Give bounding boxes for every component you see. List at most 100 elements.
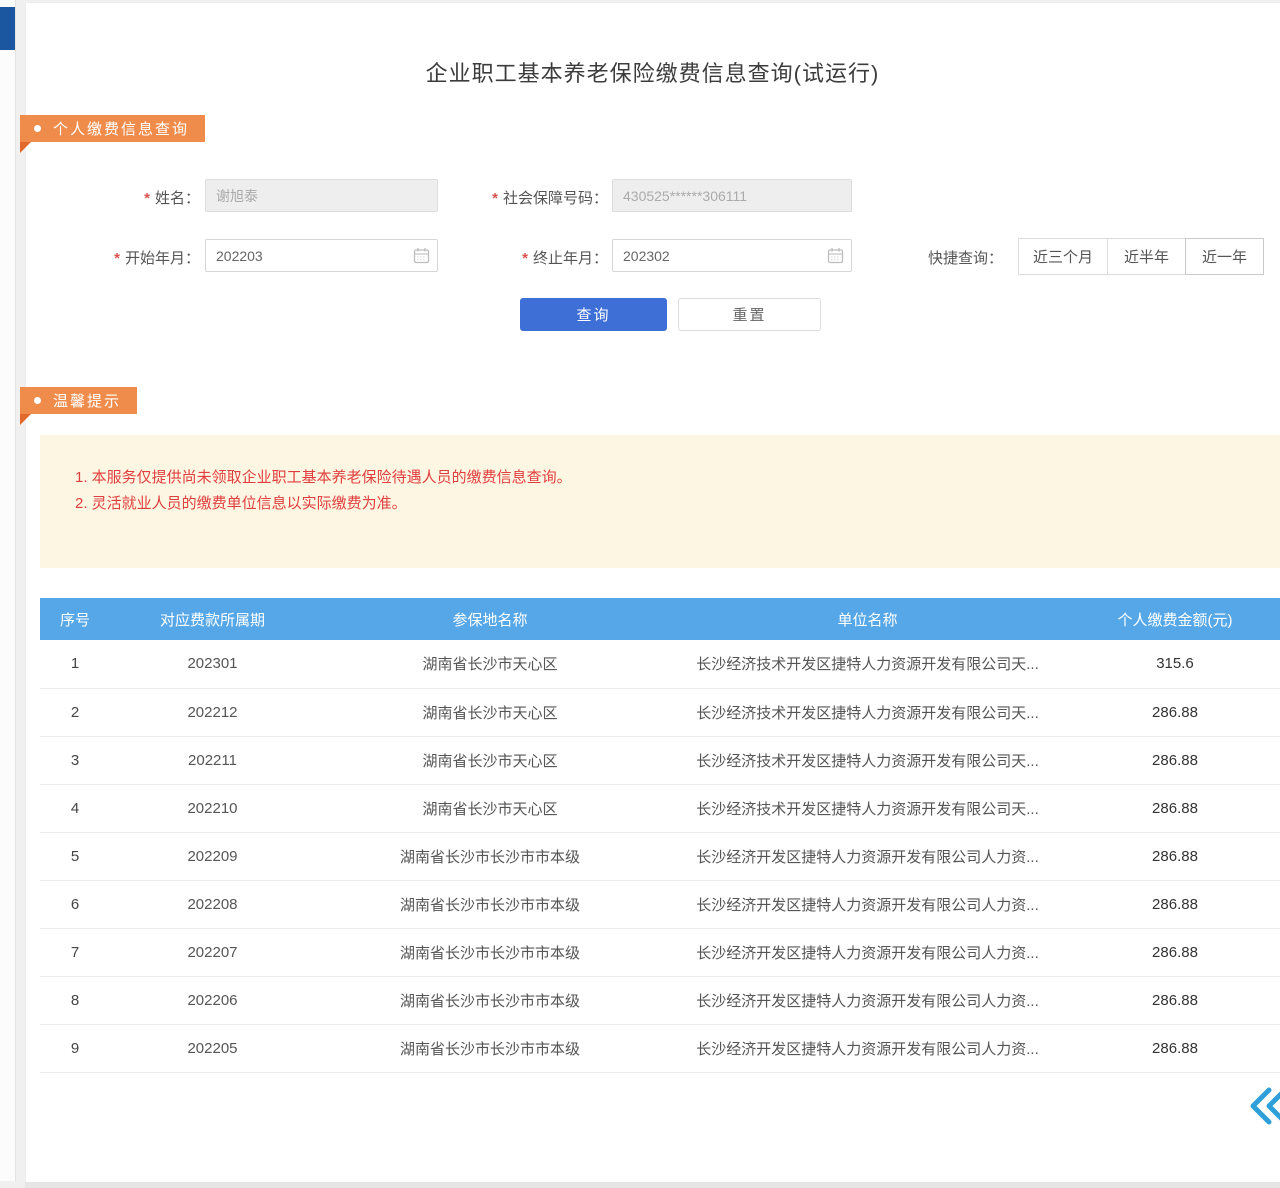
col-header-company: 单位名称 bbox=[665, 598, 1070, 640]
table-body: 1202301湖南省长沙市天心区长沙经济技术开发区捷特人力资源开发有限公司天..… bbox=[40, 640, 1280, 1072]
table-cell: 湖南省长沙市天心区 bbox=[315, 736, 665, 784]
table-cell: 长沙经济开发区捷特人力资源开发有限公司人力资... bbox=[665, 976, 1070, 1024]
table-cell: 202207 bbox=[110, 928, 315, 976]
table-cell: 202205 bbox=[110, 1024, 315, 1072]
table-cell: 湖南省长沙市长沙市市本级 bbox=[315, 832, 665, 880]
required-asterisk: * bbox=[144, 190, 150, 207]
end-month-label: *终止年月： bbox=[468, 247, 608, 268]
table-cell: 长沙经济技术开发区捷特人力资源开发有限公司天... bbox=[665, 736, 1070, 784]
table-cell: 5 bbox=[40, 832, 110, 880]
table-cell: 1 bbox=[40, 640, 110, 688]
tips-line: 1. 本服务仅提供尚未领取企业职工基本养老保险待遇人员的缴费信息查询。 bbox=[75, 465, 1260, 491]
results-table: 序号 对应费款所属期 参保地名称 单位名称 个人缴费金额(元) 1202301湖… bbox=[40, 598, 1280, 1073]
start-month-input[interactable] bbox=[205, 239, 438, 272]
tips-line: 2. 灵活就业人员的缴费单位信息以实际缴费为准。 bbox=[75, 491, 1260, 517]
table-cell: 长沙经济技术开发区捷特人力资源开发有限公司天... bbox=[665, 784, 1070, 832]
table-cell: 7 bbox=[40, 928, 110, 976]
table-cell: 286.88 bbox=[1070, 736, 1280, 784]
bullet-dot-icon bbox=[34, 125, 41, 132]
table-row: 8202206湖南省长沙市长沙市市本级长沙经济开发区捷特人力资源开发有限公司人力… bbox=[40, 976, 1280, 1024]
table-cell: 286.88 bbox=[1070, 784, 1280, 832]
start-month-label: *开始年月： bbox=[60, 247, 200, 268]
table-row: 6202208湖南省长沙市长沙市市本级长沙经济开发区捷特人力资源开发有限公司人力… bbox=[40, 880, 1280, 928]
table-cell: 202210 bbox=[110, 784, 315, 832]
table-cell: 202212 bbox=[110, 688, 315, 736]
table-row: 3202211湖南省长沙市天心区长沙经济技术开发区捷特人力资源开发有限公司天..… bbox=[40, 736, 1280, 784]
table-cell: 长沙经济开发区捷特人力资源开发有限公司人力资... bbox=[665, 880, 1070, 928]
end-month-input[interactable] bbox=[612, 239, 852, 272]
calendar-icon[interactable] bbox=[827, 247, 844, 264]
table-cell: 286.88 bbox=[1070, 688, 1280, 736]
double-left-chevron-icon[interactable] bbox=[1248, 1084, 1280, 1128]
bottom-edge-strip bbox=[25, 1182, 1280, 1188]
table-row: 4202210湖南省长沙市天心区长沙经济技术开发区捷特人力资源开发有限公司天..… bbox=[40, 784, 1280, 832]
table-cell: 湖南省长沙市长沙市市本级 bbox=[315, 928, 665, 976]
table-cell: 286.88 bbox=[1070, 976, 1280, 1024]
col-header-index: 序号 bbox=[40, 598, 110, 640]
sidebar-tab[interactable] bbox=[0, 7, 15, 50]
quick-btn-1year[interactable]: 近一年 bbox=[1185, 238, 1264, 275]
ssn-field bbox=[612, 179, 852, 212]
table-cell: 2 bbox=[40, 688, 110, 736]
table-cell: 286.88 bbox=[1070, 928, 1280, 976]
table-cell: 286.88 bbox=[1070, 832, 1280, 880]
name-field bbox=[205, 179, 438, 212]
table-cell: 湖南省长沙市天心区 bbox=[315, 784, 665, 832]
table-cell: 3 bbox=[40, 736, 110, 784]
table-cell: 长沙经济开发区捷特人力资源开发有限公司人力资... bbox=[665, 928, 1070, 976]
reset-button[interactable]: 重置 bbox=[678, 298, 821, 331]
table-cell: 6 bbox=[40, 880, 110, 928]
end-month-wrap bbox=[612, 239, 852, 272]
table-cell: 8 bbox=[40, 976, 110, 1024]
table-cell: 202301 bbox=[110, 640, 315, 688]
table-cell: 202208 bbox=[110, 880, 315, 928]
table-row: 2202212湖南省长沙市天心区长沙经济技术开发区捷特人力资源开发有限公司天..… bbox=[40, 688, 1280, 736]
collapsed-sidebar bbox=[0, 0, 16, 1181]
table-cell: 长沙经济技术开发区捷特人力资源开发有限公司天... bbox=[665, 688, 1070, 736]
table-cell: 202206 bbox=[110, 976, 315, 1024]
tag-fold-decoration bbox=[20, 142, 31, 153]
table-row: 5202209湖南省长沙市长沙市市本级长沙经济开发区捷特人力资源开发有限公司人力… bbox=[40, 832, 1280, 880]
quick-btn-6months[interactable]: 近半年 bbox=[1107, 238, 1186, 275]
table-cell: 286.88 bbox=[1070, 1024, 1280, 1072]
required-asterisk: * bbox=[114, 250, 120, 267]
calendar-icon[interactable] bbox=[413, 247, 430, 264]
table-cell: 湖南省长沙市长沙市市本级 bbox=[315, 1024, 665, 1072]
table-cell: 湖南省长沙市长沙市市本级 bbox=[315, 880, 665, 928]
col-header-period: 对应费款所属期 bbox=[110, 598, 315, 640]
quick-query-label: 快捷查询： bbox=[928, 247, 1013, 268]
table-cell: 长沙经济技术开发区捷特人力资源开发有限公司天... bbox=[665, 640, 1070, 688]
quick-btn-3months[interactable]: 近三个月 bbox=[1018, 238, 1108, 275]
table-cell: 湖南省长沙市长沙市市本级 bbox=[315, 976, 665, 1024]
table-row: 1202301湖南省长沙市天心区长沙经济技术开发区捷特人力资源开发有限公司天..… bbox=[40, 640, 1280, 688]
table-cell: 315.6 bbox=[1070, 640, 1280, 688]
table-header-row: 序号 对应费款所属期 参保地名称 单位名称 个人缴费金额(元) bbox=[40, 598, 1280, 640]
col-header-region: 参保地名称 bbox=[315, 598, 665, 640]
table-cell: 286.88 bbox=[1070, 880, 1280, 928]
ssn-label: *社会保障号码： bbox=[440, 187, 608, 208]
table-cell: 长沙经济开发区捷特人力资源开发有限公司人力资... bbox=[665, 1024, 1070, 1072]
quick-query-group: 近三个月 近半年 近一年 bbox=[1018, 238, 1264, 275]
tips-notice-box: 1. 本服务仅提供尚未领取企业职工基本养老保险待遇人员的缴费信息查询。 2. 灵… bbox=[40, 435, 1280, 568]
table-row: 9202205湖南省长沙市长沙市市本级长沙经济开发区捷特人力资源开发有限公司人力… bbox=[40, 1024, 1280, 1072]
tag-fold-decoration bbox=[20, 414, 31, 425]
query-button[interactable]: 查询 bbox=[520, 298, 667, 331]
name-label: *姓名： bbox=[60, 187, 200, 208]
section-tag-personal-query: 个人缴费信息查询 bbox=[20, 115, 205, 142]
table-cell: 4 bbox=[40, 784, 110, 832]
bullet-dot-icon bbox=[34, 397, 41, 404]
table-cell: 202211 bbox=[110, 736, 315, 784]
table-cell: 202209 bbox=[110, 832, 315, 880]
required-asterisk: * bbox=[522, 250, 528, 267]
table-cell: 长沙经济开发区捷特人力资源开发有限公司人力资... bbox=[665, 832, 1070, 880]
required-asterisk: * bbox=[492, 190, 498, 207]
page: 企业职工基本养老保险缴费信息查询(试运行) 个人缴费信息查询 *姓名： *社会保… bbox=[0, 0, 1280, 1188]
table-row: 7202207湖南省长沙市长沙市市本级长沙经济开发区捷特人力资源开发有限公司人力… bbox=[40, 928, 1280, 976]
section-tag-label: 个人缴费信息查询 bbox=[53, 118, 189, 139]
page-title: 企业职工基本养老保险缴费信息查询(试运行) bbox=[25, 56, 1280, 88]
table-cell: 湖南省长沙市天心区 bbox=[315, 688, 665, 736]
table-cell: 湖南省长沙市天心区 bbox=[315, 640, 665, 688]
start-month-wrap bbox=[205, 239, 438, 272]
col-header-amount: 个人缴费金额(元) bbox=[1070, 598, 1280, 640]
section-tag-label: 温馨提示 bbox=[53, 390, 121, 411]
